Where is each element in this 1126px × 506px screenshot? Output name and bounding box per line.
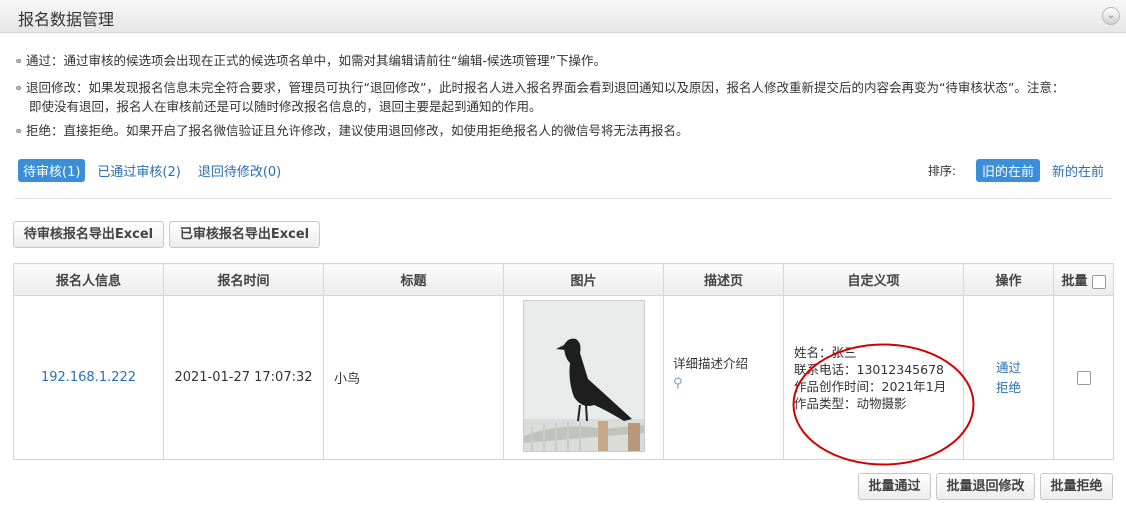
header-batch: 批量 [1053,263,1114,296]
header-custom: 自定义项 [783,263,964,296]
select-all-checkbox[interactable] [1091,274,1106,289]
batch-approve-button[interactable]: 批量通过 [858,473,931,500]
batch-cell [1053,295,1114,460]
tip-approve-text: 通过：通过审核的候选项会出现在正式的候选项名单中，如需对其编辑请前往“编辑-候选… [26,53,606,68]
sort-oldest-first[interactable]: 旧的在前 [975,159,1040,182]
tip-reject-text: 拒绝：直接拒绝。如果开启了报名微信验证且允许修改，建议使用退回修改，如使用拒绝报… [26,123,689,138]
batch-reject-button[interactable]: 批量拒绝 [1040,473,1113,500]
tip-reject: ⚭ 拒绝：直接拒绝。如果开启了报名微信验证且允许修改，建议使用退回修改，如使用拒绝… [14,122,689,141]
tab-pending[interactable]: 待审核(1) [18,159,86,182]
header-title: 标题 [323,263,504,296]
reject-link[interactable]: 拒绝 [964,378,1053,398]
applicant-ip-link[interactable]: 192.168.1.222 [41,370,136,385]
sort-control: 排序: 旧的在前 新的在前 [928,159,1110,182]
tab-returned[interactable]: 退回待修改(0) [193,159,286,182]
row-select-checkbox[interactable] [1076,370,1091,385]
table-header-row: 报名人信息 报名时间 标题 图片 描述页 自定义项 操作 批量 [13,263,1114,296]
custom-fields-cell: 姓名：张三 联系电话：13012345678 作品创作时间：2021年1月 作品… [783,295,975,466]
header-batch-label: 批量 [1061,274,1088,289]
table-row: 192.168.1.222 2021-01-27 17:07:32 小鸟 详细描… [13,295,1114,466]
submission-time: 2021-01-27 17:07:32 [163,295,324,460]
batch-return-button[interactable]: 批量退回修改 [936,473,1035,500]
chevron-down-icon[interactable]: ⌄ [1102,7,1120,25]
entry-image-cell [503,295,664,460]
header-image: 图片 [503,263,664,296]
tip-return: ⚭ 退回修改：如果发现报名信息未完全符合要求，管理员可执行“退回修改”，此时报名人… [14,79,1064,116]
custom-field-type: 作品类型：动物摄影 [794,396,907,411]
entry-title: 小鸟 [323,295,504,460]
divider [14,198,1112,199]
custom-field-phone: 联系电话：13012345678 [794,362,944,377]
export-pending-button[interactable]: 待审核报名导出Excel [13,221,164,248]
applicant-ip[interactable]: 192.168.1.222 [13,295,164,460]
desc-link[interactable]: 详细描述介绍 [673,353,783,372]
search-icon[interactable]: ⚲ [673,376,783,391]
sort-label: 排序: [927,164,956,178]
custom-fields: 姓名：张三 联系电话：13012345678 作品创作时间：2021年1月 作品… [792,343,975,466]
tip-return-text: 退回修改：如果发现报名信息未完全符合要求，管理员可执行“退回修改”，此时报名人进… [26,80,1065,95]
header-desc: 描述页 [663,263,784,296]
header-actions: 操作 [963,263,1054,296]
tip-approve: ⚭ 通过：通过审核的候选项会出现在正式的候选项名单中，如需对其编辑请前往“编辑-候… [14,52,606,71]
page-header: 报名数据管理 ⌄ [0,0,1126,33]
tab-approved[interactable]: 已通过审核(2) [92,159,185,182]
header-time: 报名时间 [163,263,324,296]
submission-table: 报名人信息 报名时间 标题 图片 描述页 自定义项 操作 批量 192.168.… [13,263,1114,466]
status-tabs: 待审核(1) 已通过审核(2) 退回待修改(0) [18,159,293,182]
desc-cell: 详细描述介绍 ⚲ [663,295,784,460]
lightbulb-icon: ⚭ [14,55,24,68]
actions-cell: 通过 拒绝 [963,295,1054,460]
page-title: 报名数据管理 [18,10,115,29]
approve-link[interactable]: 通过 [964,358,1053,378]
custom-field-name: 姓名：张三 [794,345,857,360]
export-reviewed-button[interactable]: 已审核报名导出Excel [169,221,320,248]
sort-newest-first[interactable]: 新的在前 [1046,159,1110,182]
crow-photo[interactable] [522,300,645,452]
tip-return-text-2: 即使没有退回，报名人在审核前还是可以随时修改报名信息的，退回主要是起到通知的作用… [29,99,542,114]
header-applicant: 报名人信息 [13,263,164,296]
custom-field-created: 作品创作时间：2021年1月 [794,379,947,394]
lightbulb-icon: ⚭ [14,82,24,95]
lightbulb-icon: ⚭ [14,125,24,138]
